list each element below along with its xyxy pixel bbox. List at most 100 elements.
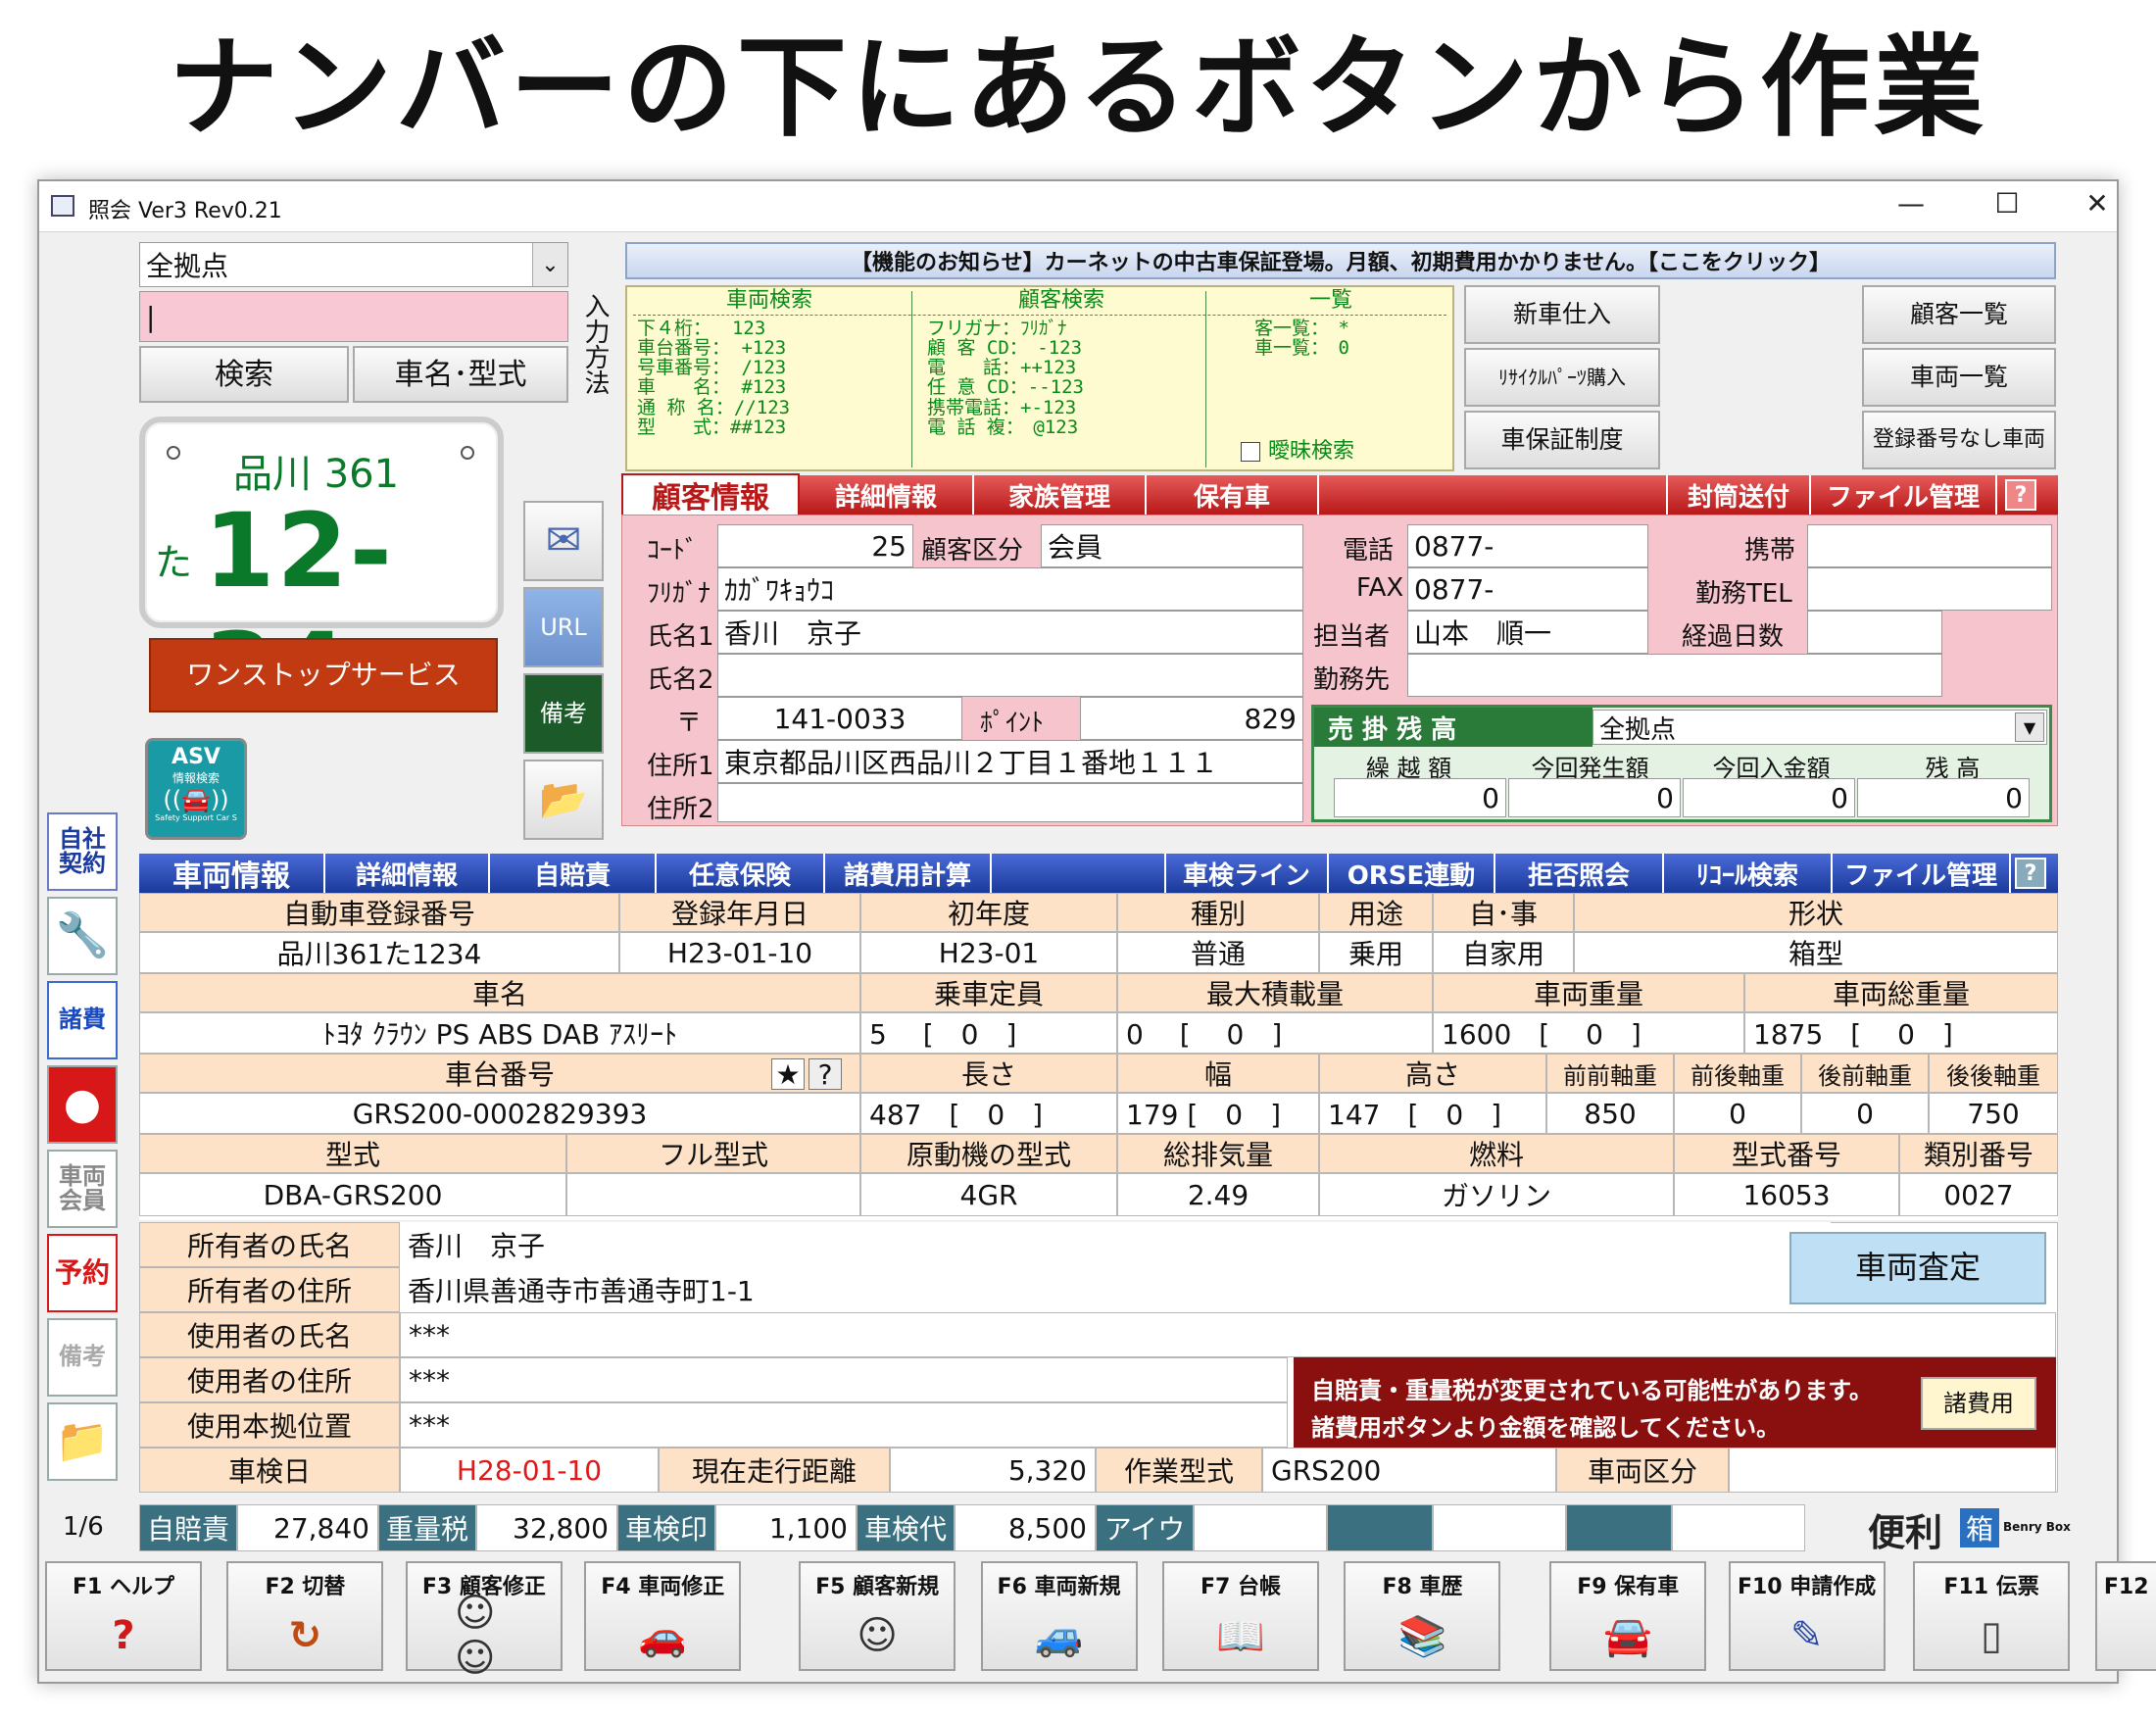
no-registration-button[interactable]: 登録番号なし車両 [1862, 411, 2056, 469]
address2-field[interactable] [717, 783, 1303, 822]
branch-select[interactable]: 全拠点 ⌄ [139, 242, 568, 287]
staff-field[interactable]: 山本 順一 [1407, 611, 1648, 654]
mail-icon[interactable]: ✉ [523, 501, 604, 581]
tab-customer-info[interactable]: 顧客情報 [621, 473, 800, 516]
days-field[interactable] [1807, 611, 1942, 654]
user-name-value[interactable]: *** [400, 1312, 2056, 1357]
new-car-purchase-button[interactable]: 新車仕入 [1464, 285, 1660, 344]
fuzzy-checkbox[interactable] [1241, 441, 1260, 462]
tab-family[interactable]: 家族管理 [974, 475, 1147, 515]
chevron-down-icon[interactable]: ⌄ [532, 243, 567, 286]
tab-customer-detail[interactable]: 詳細情報 [800, 475, 974, 515]
model-value[interactable]: DBA-GRS200 [139, 1173, 566, 1216]
use-value[interactable]: 乗用 [1319, 932, 1433, 973]
fax-field[interactable]: 0877- [1407, 567, 1648, 611]
type-value[interactable]: 普通 [1117, 932, 1319, 973]
category-number-value[interactable]: 0027 [1899, 1173, 2058, 1216]
tab-recall-search[interactable]: ﾘｺｰﾙ検索 [1664, 854, 1833, 893]
mobile-field[interactable] [1807, 524, 2052, 567]
fkey-f1-button[interactable]: F1 ヘルプ? [45, 1561, 202, 1671]
full-model-value[interactable] [566, 1173, 860, 1216]
name2-field[interactable] [717, 654, 1303, 697]
extra-value-2[interactable] [1672, 1504, 1805, 1551]
close-button[interactable]: ✕ [2068, 187, 2127, 226]
search-input[interactable]: | [139, 291, 568, 342]
fkey-f9-button[interactable]: F9 保有車 🚘 [1549, 1561, 1707, 1671]
tab-inspection-line[interactable]: 車検ライン [1164, 854, 1329, 893]
owner-address-value[interactable]: 香川県善通寺市善通寺町1-1 [400, 1267, 1831, 1312]
folder-icon[interactable]: 📁 [47, 1402, 118, 1481]
minimize-button[interactable]: — [1882, 187, 1940, 226]
vehicle-list-button[interactable]: 車両一覧 [1862, 348, 2056, 407]
owner-name-value[interactable]: 香川 京子 [400, 1222, 1831, 1267]
rf-axle-value[interactable]: 0 [1801, 1093, 1929, 1134]
fkey-f8-button[interactable]: F8 車歴 📚 [1344, 1561, 1501, 1671]
tab-orse[interactable]: ORSE連動 [1329, 854, 1495, 893]
engine-model-value[interactable]: 4GR [860, 1173, 1117, 1216]
maximize-button[interactable]: ☐ [1978, 187, 2036, 226]
work-tel-field[interactable] [1807, 567, 2052, 611]
fkey-f4-button[interactable]: F4 車両修正 🚗 [584, 1561, 742, 1671]
width-value[interactable]: 179 [ 0 ] [1117, 1093, 1319, 1134]
warranty-button[interactable]: 車保証制度 [1464, 411, 1660, 469]
model-search-button[interactable]: 車名･型式 [353, 346, 568, 403]
chassis-help-icon[interactable]: ? [808, 1058, 842, 1091]
vehicle-weight-value[interactable]: 1600 [ 0 ] [1433, 1012, 1744, 1054]
zip-field[interactable]: 141-0033 [717, 697, 962, 740]
globe-icon[interactable]: ● [47, 1065, 118, 1144]
phone-field[interactable]: 0877- [1407, 524, 1648, 567]
vehicle-help-icon[interactable]: ? [2015, 858, 2046, 889]
fuzzy-search-option[interactable]: 曖昧検索 [1241, 440, 1354, 463]
fkey-f6-button[interactable]: F6 車両新規 🚙 [980, 1561, 1138, 1671]
tab-cost-calc[interactable]: 諸費用計算 [825, 854, 992, 893]
side-note-button[interactable]: 備考 [47, 1318, 118, 1397]
tab-reject-query[interactable]: 拒否照会 [1495, 854, 1664, 893]
fkey-f5-button[interactable]: F5 顧客新規 ☺ [799, 1561, 956, 1671]
wrench-icon[interactable]: 🔧 [47, 897, 118, 975]
fuel-value[interactable]: ガソリン [1319, 1173, 1674, 1216]
kana-field[interactable]: ｶｶﾞﾜｷｮｳｺ [717, 567, 1303, 611]
folder-person-icon[interactable]: 📂 [523, 760, 604, 840]
side-contract-button[interactable]: 自社契約 [47, 812, 118, 891]
mileage-value[interactable]: 5,320 [890, 1448, 1096, 1493]
tab-envelope[interactable]: 封筒送付 [1666, 475, 1811, 515]
tab-vehicle-files[interactable]: ファイル管理 [1833, 854, 2011, 893]
reg-number-value[interactable]: 品川361た1234 [139, 932, 619, 973]
recycle-parts-button[interactable]: ﾘｻｲｸﾙﾊﾟｰﾂ購入 [1464, 348, 1660, 407]
length-value[interactable]: 487 [ 0 ] [860, 1093, 1117, 1134]
chevron-down-icon[interactable]: ▼ [2015, 712, 2044, 742]
customer-help-icon[interactable]: ? [2005, 479, 2036, 511]
private-business-value[interactable]: 自家用 [1433, 932, 1574, 973]
model-number-value[interactable]: 16053 [1674, 1173, 1899, 1216]
ff-axle-value[interactable]: 850 [1546, 1093, 1674, 1134]
reg-date-value[interactable]: H23-01-10 [619, 932, 860, 973]
appraisal-button[interactable]: 車両査定 [1789, 1232, 2046, 1304]
side-costs-button[interactable]: 諸費 [47, 981, 118, 1059]
aiu-value[interactable] [1194, 1504, 1327, 1551]
inspection-date-value[interactable]: H28-01-10 [400, 1448, 659, 1493]
search-button[interactable]: 検索 [139, 346, 349, 403]
base-location-value[interactable]: *** [400, 1402, 1288, 1448]
fkey-f12-button[interactable]: F12 メニュー ⎆ [2094, 1561, 2156, 1671]
cali-value[interactable]: 27,840 [237, 1504, 378, 1551]
fkey-f3-button[interactable]: F3 顧客修正 ☺☺ [405, 1561, 563, 1681]
tab-cali[interactable]: 自賠責 [490, 854, 657, 893]
customer-class-field[interactable]: 会員 [1041, 524, 1303, 567]
inspection-fee-value[interactable]: 8,500 [955, 1504, 1096, 1551]
customer-list-button[interactable]: 顧客一覧 [1862, 285, 2056, 344]
gross-weight-value[interactable]: 1875 [ 0 ] [1744, 1012, 2058, 1054]
benry-box-logo[interactable]: 箱 [1960, 1508, 1999, 1547]
capacity-value[interactable]: 5 [ 0 ] [860, 1012, 1117, 1054]
workplace-field[interactable] [1407, 654, 1942, 697]
notice-banner[interactable]: 【機能のお知らせ】カーネットの中古車保証登場。月額、初期費用かかりません。【ここ… [625, 242, 2056, 279]
height-value[interactable]: 147 [ 0 ] [1319, 1093, 1546, 1134]
shape-value[interactable]: 箱型 [1574, 932, 2058, 973]
side-reservation-button[interactable]: 予約 [47, 1234, 118, 1312]
warning-costs-button[interactable]: 諸費用 [1921, 1377, 2036, 1430]
work-model-value[interactable]: GRS200 [1262, 1448, 1556, 1493]
note-icon[interactable]: 備考 [523, 673, 604, 754]
fkey-f2-button[interactable]: F2 切替 ↻ [226, 1561, 384, 1671]
vehicle-class-value[interactable] [1729, 1448, 2056, 1493]
fkey-f7-button[interactable]: F7 台帳 📖 [1162, 1561, 1319, 1671]
fr-axle-value[interactable]: 0 [1674, 1093, 1801, 1134]
